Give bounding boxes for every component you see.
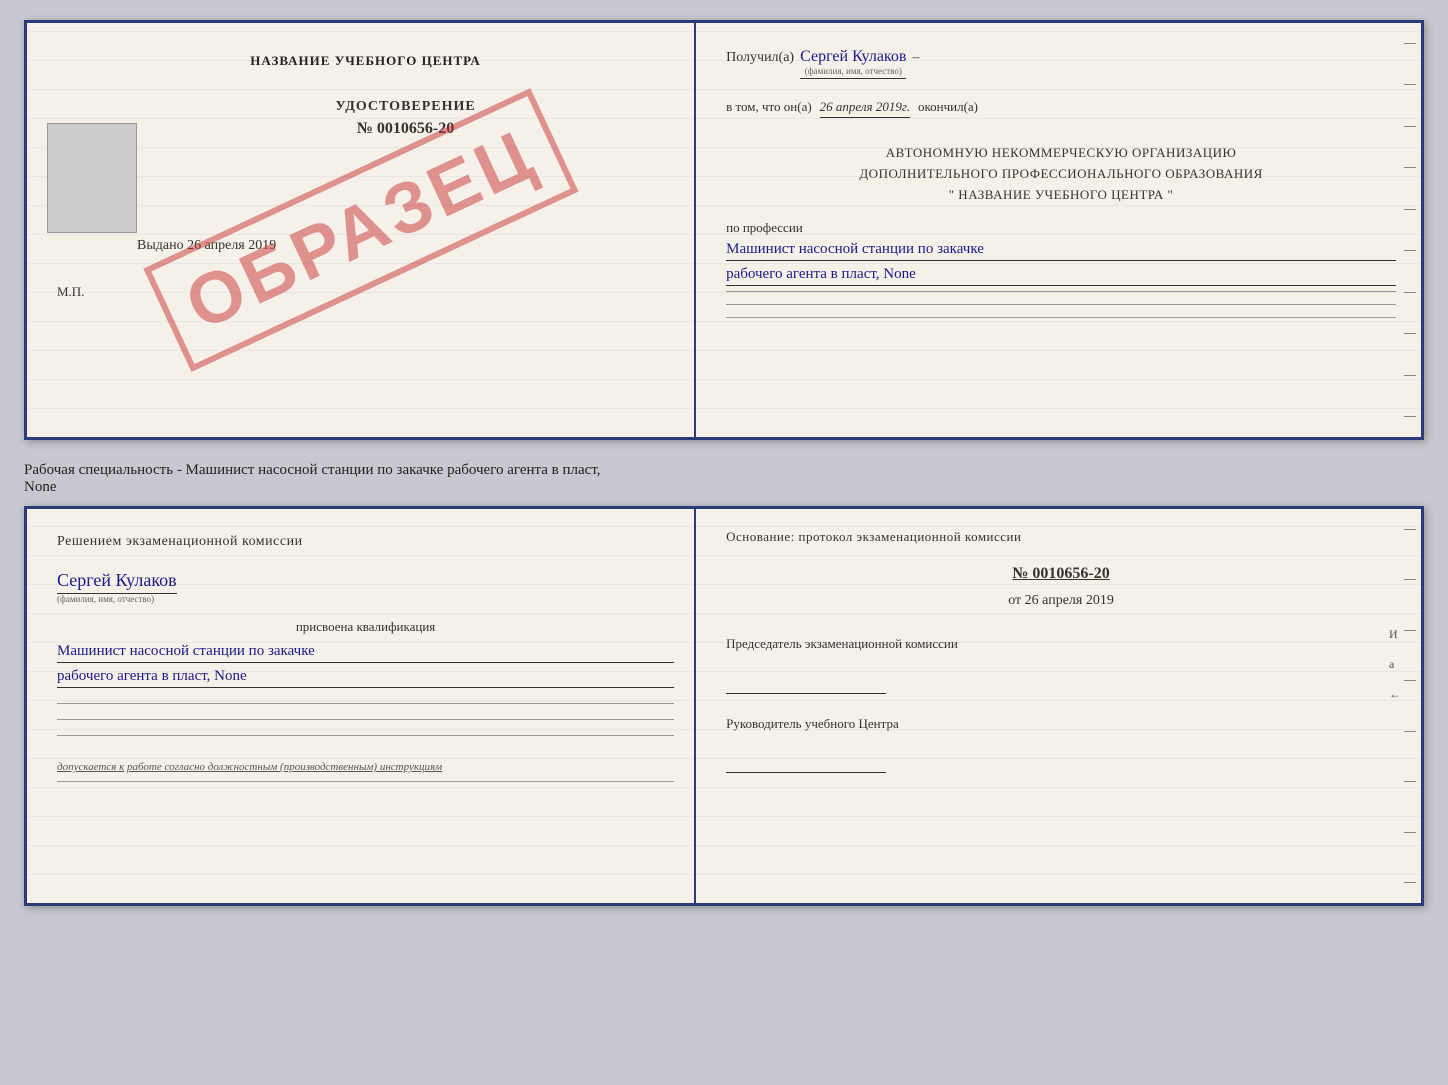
bottom-document: Решением экзаменационной комиссии Сергей…: [24, 506, 1424, 906]
resheniem-text: Решением экзаменационной комиссии: [57, 534, 674, 550]
bottom-name-block: Сергей Кулаков (фамилия, имя, отчество): [57, 570, 674, 604]
qualification-line1: Машинист насосной станции по закачке: [57, 643, 674, 663]
side-label-arrow: ←: [1389, 687, 1401, 702]
bottom-doc-right: Основание: протокол экзаменационной коми…: [696, 509, 1421, 903]
bottom-doc-left: Решением экзаменационной комиссии Сергей…: [27, 509, 696, 903]
ot-date-bottom: от 26 апреля 2019: [726, 593, 1396, 609]
rukovoditel-block: Руководитель учебного Центра: [726, 714, 1396, 774]
name-hint-top: (фамилия, имя, отчество): [800, 66, 906, 76]
vtom-label: в том, что он(а): [726, 99, 812, 115]
top-left-title: НАЗВАНИЕ УЧЕБНОГО ЦЕНТРА: [57, 53, 674, 69]
udostoverenie-block: УДОСТОВЕРЕНИЕ № 0010656-20: [137, 99, 674, 138]
vydano-line: Выдано 26 апреля 2019: [137, 238, 674, 254]
org-line3: " НАЗВАНИЕ УЧЕБНОГО ЦЕНТРА ": [726, 185, 1396, 206]
bottom-name: Сергей Кулаков: [57, 570, 177, 594]
profession-line2: рабочего агента в пласт, None: [726, 266, 1396, 286]
qualification-line2: рабочего агента в пласт, None: [57, 668, 674, 688]
edge-dashes-top: [1404, 43, 1416, 417]
predsedatel-label: Председатель экзаменационной комиссии: [726, 634, 1396, 654]
side-label-i: И: [1389, 627, 1401, 642]
poluchil-label: Получил(а): [726, 50, 794, 66]
protocol-number-bottom: № 0010656-20: [726, 565, 1396, 583]
photo-placeholder: [47, 123, 137, 233]
dopuskaetsya-label: допускается к: [57, 761, 124, 773]
rukovoditel-signature-line: [726, 753, 886, 773]
vtom-line: в том, что он(а) 26 апреля 2019г. окончи…: [726, 99, 1396, 118]
org-line2: ДОПОЛНИТЕЛЬНОГО ПРОФЕССИОНАЛЬНОГО ОБРАЗО…: [726, 164, 1396, 185]
top-doc-right: Получил(а) Сергей Кулаков(фамилия, имя, …: [696, 23, 1421, 437]
ot-date-value: 26 апреля 2019: [1025, 593, 1114, 608]
side-labels: И а ←: [1389, 627, 1401, 702]
dopuskaetsya-block: допускается к работе согласно должностны…: [57, 761, 674, 773]
osnovanie-label: Основание: протокол экзаменационной коми…: [726, 529, 1396, 545]
fio-hint-bottom: (фамилия, имя, отчество): [57, 594, 674, 604]
poluchil-name: Сергей Кулаков(фамилия, имя, отчество): [800, 48, 906, 79]
dash-top: –: [912, 50, 919, 66]
page-wrapper: НАЗВАНИЕ УЧЕБНОГО ЦЕНТРА УДОСТОВЕРЕНИЕ №…: [24, 20, 1424, 906]
vydano-date: 26 апреля 2019: [187, 238, 276, 253]
middle-line1: Рабочая специальность - Машинист насосно…: [24, 462, 601, 478]
mp-label: М.П.: [57, 284, 674, 300]
doc-number-top: № 0010656-20: [137, 120, 674, 138]
predsedatel-block: Председатель экзаменационной комиссии: [726, 634, 1396, 694]
rukovoditel-label: Руководитель учебного Центра: [726, 714, 1396, 734]
ot-label: от: [1008, 593, 1021, 608]
okonchil-label: окончил(а): [918, 99, 978, 115]
udostoverenie-label: УДОСТОВЕРЕНИЕ: [137, 99, 674, 115]
middle-line2: None: [24, 479, 57, 495]
org-line1: АВТОНОМНУЮ НЕКОММЕРЧЕСКУЮ ОРГАНИЗАЦИЮ: [726, 143, 1396, 164]
profession-line1: Машинист насосной станции по закачке: [726, 241, 1396, 261]
org-block: АВТОНОМНУЮ НЕКОММЕРЧЕСКУЮ ОРГАНИЗАЦИЮ ДО…: [726, 143, 1396, 205]
side-label-a: а: [1389, 657, 1401, 672]
vtom-date: 26 апреля 2019г.: [820, 99, 910, 118]
edge-dashes-bottom: [1404, 529, 1416, 883]
top-doc-left: НАЗВАНИЕ УЧЕБНОГО ЦЕНТРА УДОСТОВЕРЕНИЕ №…: [27, 23, 696, 437]
po-professii-label: по профессии: [726, 220, 1396, 236]
dopuskaetsya-text: работе согласно должностным (производств…: [127, 761, 442, 773]
poluchil-line: Получил(а) Сергей Кулаков(фамилия, имя, …: [726, 48, 1396, 79]
dash-lines-top-right: [726, 291, 1396, 318]
middle-text-block: Рабочая специальность - Машинист насосно…: [24, 452, 1424, 506]
predsedatel-signature-line: [726, 674, 886, 694]
prisvoena-label: присвоена квалификация: [57, 619, 674, 635]
top-document: НАЗВАНИЕ УЧЕБНОГО ЦЕНТРА УДОСТОВЕРЕНИЕ №…: [24, 20, 1424, 440]
vydano-label: Выдано: [137, 238, 184, 253]
